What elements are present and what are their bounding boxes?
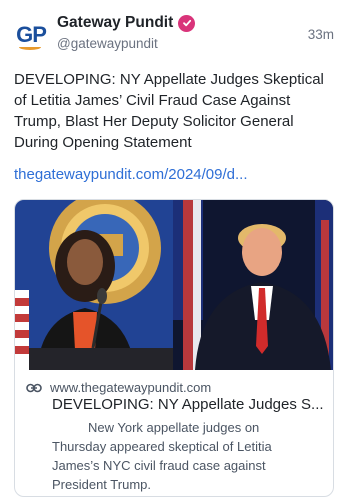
logo-swoosh <box>19 44 41 50</box>
verified-badge-icon <box>178 14 196 32</box>
link-icon <box>26 383 42 392</box>
post-text: DEVELOPING: NY Appellate Judges Skeptica… <box>14 71 324 151</box>
card-thumbnail-image <box>15 200 333 370</box>
avatar[interactable]: GP <box>13 17 49 53</box>
card-body: www.thegatewaypundit.com DEVELOPING: NY … <box>15 370 333 496</box>
post-link[interactable]: thegatewaypundit.com/2024/09/d... <box>14 166 248 183</box>
post-header: GP Gateway Pundit @gatewaypundit 33m <box>0 0 348 60</box>
card-domain: www.thegatewaypundit.com <box>50 380 212 395</box>
timestamp[interactable]: 33m <box>308 27 334 42</box>
card-domain-row: www.thegatewaypundit.com <box>26 380 211 395</box>
card-title: DEVELOPING: NY Appellate Judges S... <box>52 396 324 413</box>
name-row: Gateway Pundit <box>57 14 196 32</box>
handle[interactable]: @gatewaypundit <box>57 36 158 51</box>
avatar-logo: GP <box>16 22 47 47</box>
card-description: New York appellate judges on Thursday ap… <box>52 420 272 492</box>
display-name[interactable]: Gateway Pundit <box>57 14 173 32</box>
link-preview-card[interactable]: www.thegatewaypundit.com DEVELOPING: NY … <box>14 199 334 497</box>
